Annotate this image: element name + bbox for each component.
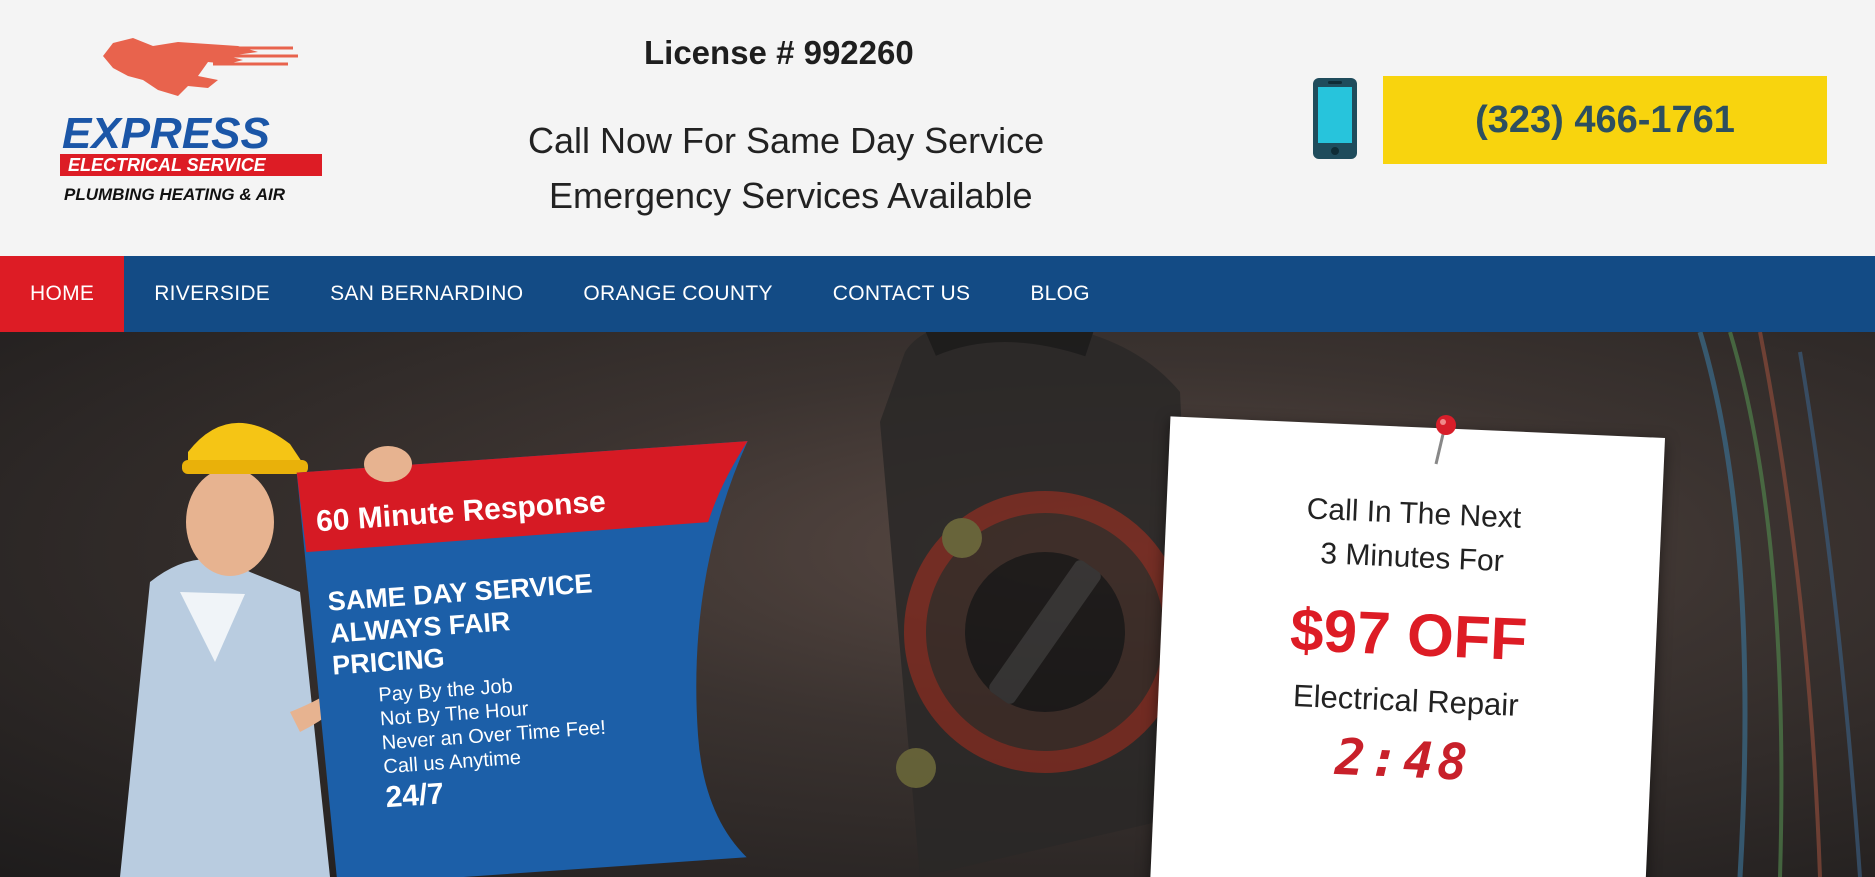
- mobile-phone-icon: [1313, 78, 1357, 159]
- eagle-icon: [103, 38, 298, 96]
- call-phone-button[interactable]: (323) 466-1761: [1383, 76, 1827, 164]
- clamp-meter-image: [880, 332, 1200, 877]
- nav-home[interactable]: HOME: [0, 256, 125, 332]
- license-number: License # 992260: [644, 34, 914, 71]
- express-logo[interactable]: EXPRESS ELECTRICAL SERVICE PLUMBING HEAT…: [58, 38, 324, 208]
- logo-line1: EXPRESS: [62, 109, 270, 158]
- tagline-emergency: Emergency Services Available: [549, 175, 1033, 216]
- pushpin-icon: [1434, 415, 1456, 465]
- countdown-timer: 2:48: [1333, 727, 1473, 792]
- nav-contact-us[interactable]: CONTACT US: [803, 256, 1001, 332]
- coupon-offer: $97 OFF: [1288, 595, 1529, 674]
- sign-board: 60 Minute Response SAME DAY SERVICE ALWA…: [296, 441, 748, 877]
- logo-line2: ELECTRICAL SERVICE: [68, 155, 267, 175]
- main-nav: HOME RIVERSIDE SAN BERNARDINO ORANGE COU…: [0, 256, 1875, 332]
- coupon-service: Electrical Repair: [1292, 678, 1520, 723]
- nav-san-bernardino[interactable]: SAN BERNARDINO: [300, 256, 553, 332]
- nav-blog[interactable]: BLOG: [1000, 256, 1120, 332]
- hero-banner: 60 Minute Response SAME DAY SERVICE ALWA…: [0, 332, 1875, 877]
- sign-line8: 24/7: [384, 777, 445, 814]
- hand-image: [364, 446, 412, 482]
- wires-image: [1697, 332, 1862, 877]
- site-header: EXPRESS ELECTRICAL SERVICE PLUMBING HEAT…: [0, 0, 1875, 256]
- nav-orange-county[interactable]: ORANGE COUNTY: [553, 256, 802, 332]
- discount-coupon[interactable]: Call In The Next 3 Minutes For $97 OFF E…: [1149, 416, 1666, 877]
- nav-riverside[interactable]: RIVERSIDE: [124, 256, 300, 332]
- tagline-same-day: Call Now For Same Day Service: [528, 120, 1045, 161]
- logo-line3: PLUMBING HEATING & AIR: [64, 185, 286, 204]
